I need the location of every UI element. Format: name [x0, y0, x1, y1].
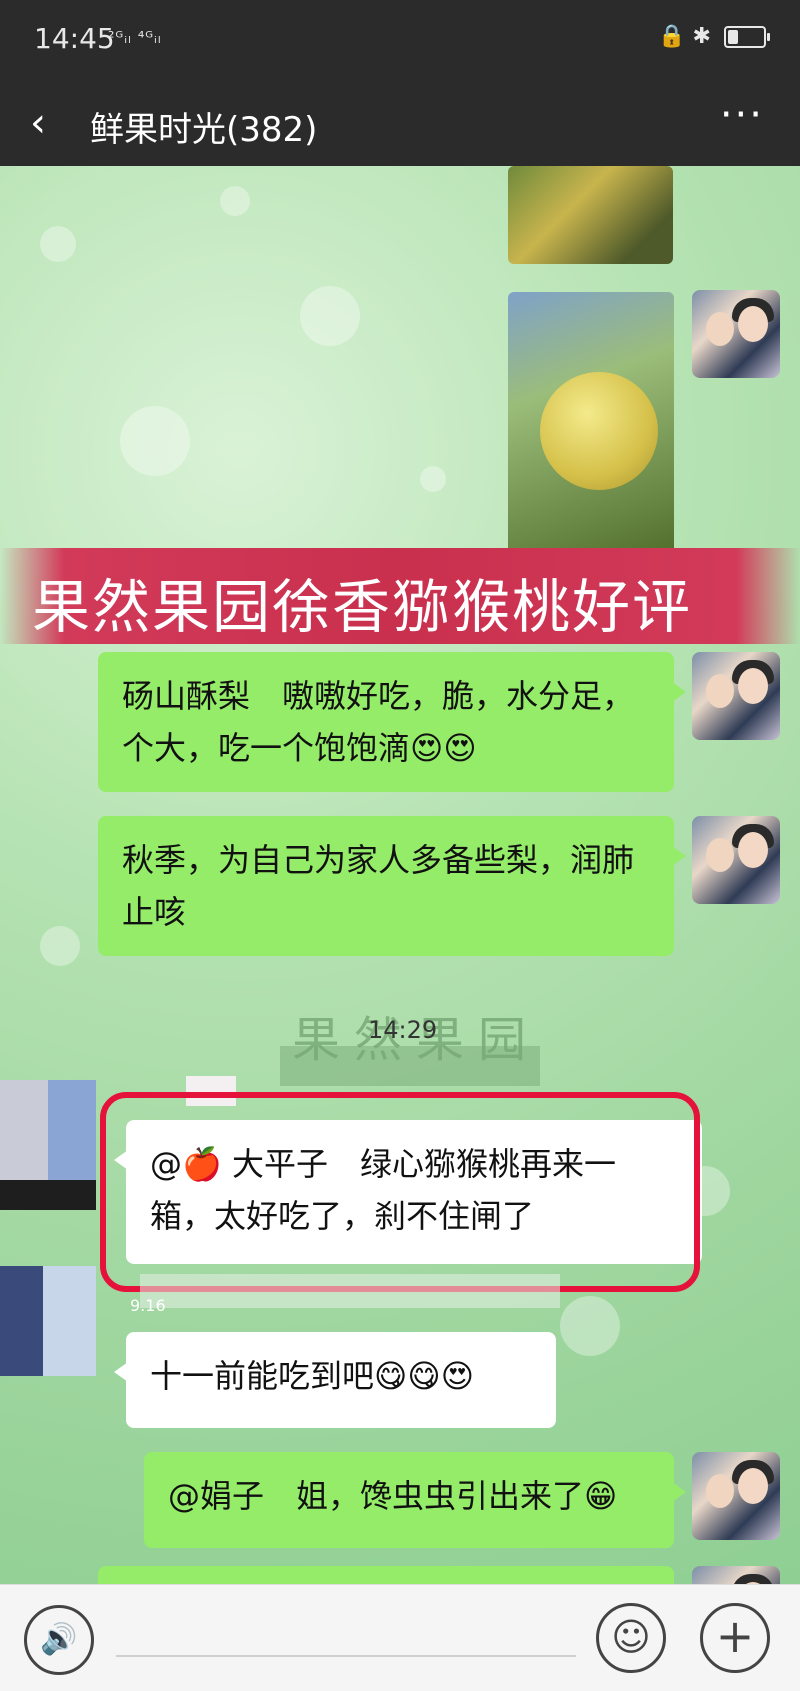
message-text: 砀山酥梨 嗷嗷好吃，脆，水分足，个大，吃一个饱饱滴😍😍: [122, 677, 635, 767]
voice-button[interactable]: 🔊: [24, 1605, 94, 1675]
message-bubble[interactable]: [98, 1566, 674, 1584]
input-bar: 🔊 ☺ +: [0, 1584, 800, 1691]
avatar[interactable]: [692, 1452, 780, 1540]
message-bubble[interactable]: 秋季，为自己为家人多备些梨，润肺止咳: [98, 816, 686, 956]
banner-text: 果然果园徐香猕猴桃好评: [32, 573, 693, 641]
status-bar: 14:45 ²ᴳᵢₗ ⁴ᴳᵢₗ 🔒 ✱: [0, 0, 800, 82]
photo-thumbnail-1[interactable]: [508, 166, 673, 264]
message-bubble[interactable]: 砀山酥梨 嗷嗷好吃，脆，水分足，个大，吃一个饱饱滴😍😍: [98, 652, 686, 792]
status-right-icons: 🔒 ✱: [658, 24, 770, 49]
plus-icon: +: [715, 1609, 755, 1663]
avatar[interactable]: [692, 1566, 780, 1584]
sender-label: 9.16: [130, 1296, 166, 1315]
more-functions-button[interactable]: +: [700, 1603, 770, 1673]
blurred-avatar: [0, 1266, 96, 1376]
chat-area[interactable]: 果然果园徐香猕猴桃好评 砀山酥梨 嗷嗷好吃，脆，水分足，个大，吃一个饱饱滴😍😍 …: [0, 166, 800, 1584]
blurred-avatar: [0, 1080, 96, 1180]
chat-header: ‹ 鲜果时光(382) ···: [0, 82, 800, 166]
blurred-name: [280, 1046, 540, 1086]
message-text: 十一前能吃到吧😋😋😍: [150, 1357, 475, 1395]
back-icon[interactable]: ‹: [30, 100, 46, 146]
more-icon[interactable]: ···: [720, 92, 764, 138]
status-time: 14:45: [34, 22, 115, 55]
voice-icon: 🔊: [40, 1622, 78, 1657]
message-text: @娟子 姐，馋虫虫引出来了😁: [168, 1477, 618, 1515]
battery-icon: [724, 26, 770, 48]
message-bubble[interactable]: 十一前能吃到吧😋😋😍: [114, 1332, 556, 1428]
signal-icon: ²ᴳᵢₗ ⁴ᴳᵢₗ: [108, 28, 162, 47]
review-banner: 果然果园徐香猕猴桃好评: [0, 548, 800, 644]
blurred-name: [140, 1274, 560, 1308]
photo-thumbnail-2[interactable]: [508, 292, 674, 562]
avatar[interactable]: [692, 652, 780, 740]
avatar[interactable]: [692, 816, 780, 904]
timestamp: 14:29: [368, 1016, 438, 1044]
message-input[interactable]: [116, 1655, 576, 1657]
emoji-button[interactable]: ☺: [596, 1603, 666, 1673]
smile-icon: ☺: [611, 1615, 651, 1659]
blurred-avatar: [0, 1180, 96, 1210]
lock-bluetooth-icon: 🔒 ✱: [658, 24, 711, 49]
message-bubble[interactable]: @娟子 姐，馋虫虫引出来了😁: [144, 1452, 686, 1548]
highlight-frame: [100, 1092, 700, 1292]
pear-image: [540, 372, 658, 490]
avatar[interactable]: [692, 290, 780, 378]
chat-title: 鲜果时光(382): [90, 110, 318, 150]
message-text: 秋季，为自己为家人多备些梨，润肺止咳: [122, 841, 635, 931]
